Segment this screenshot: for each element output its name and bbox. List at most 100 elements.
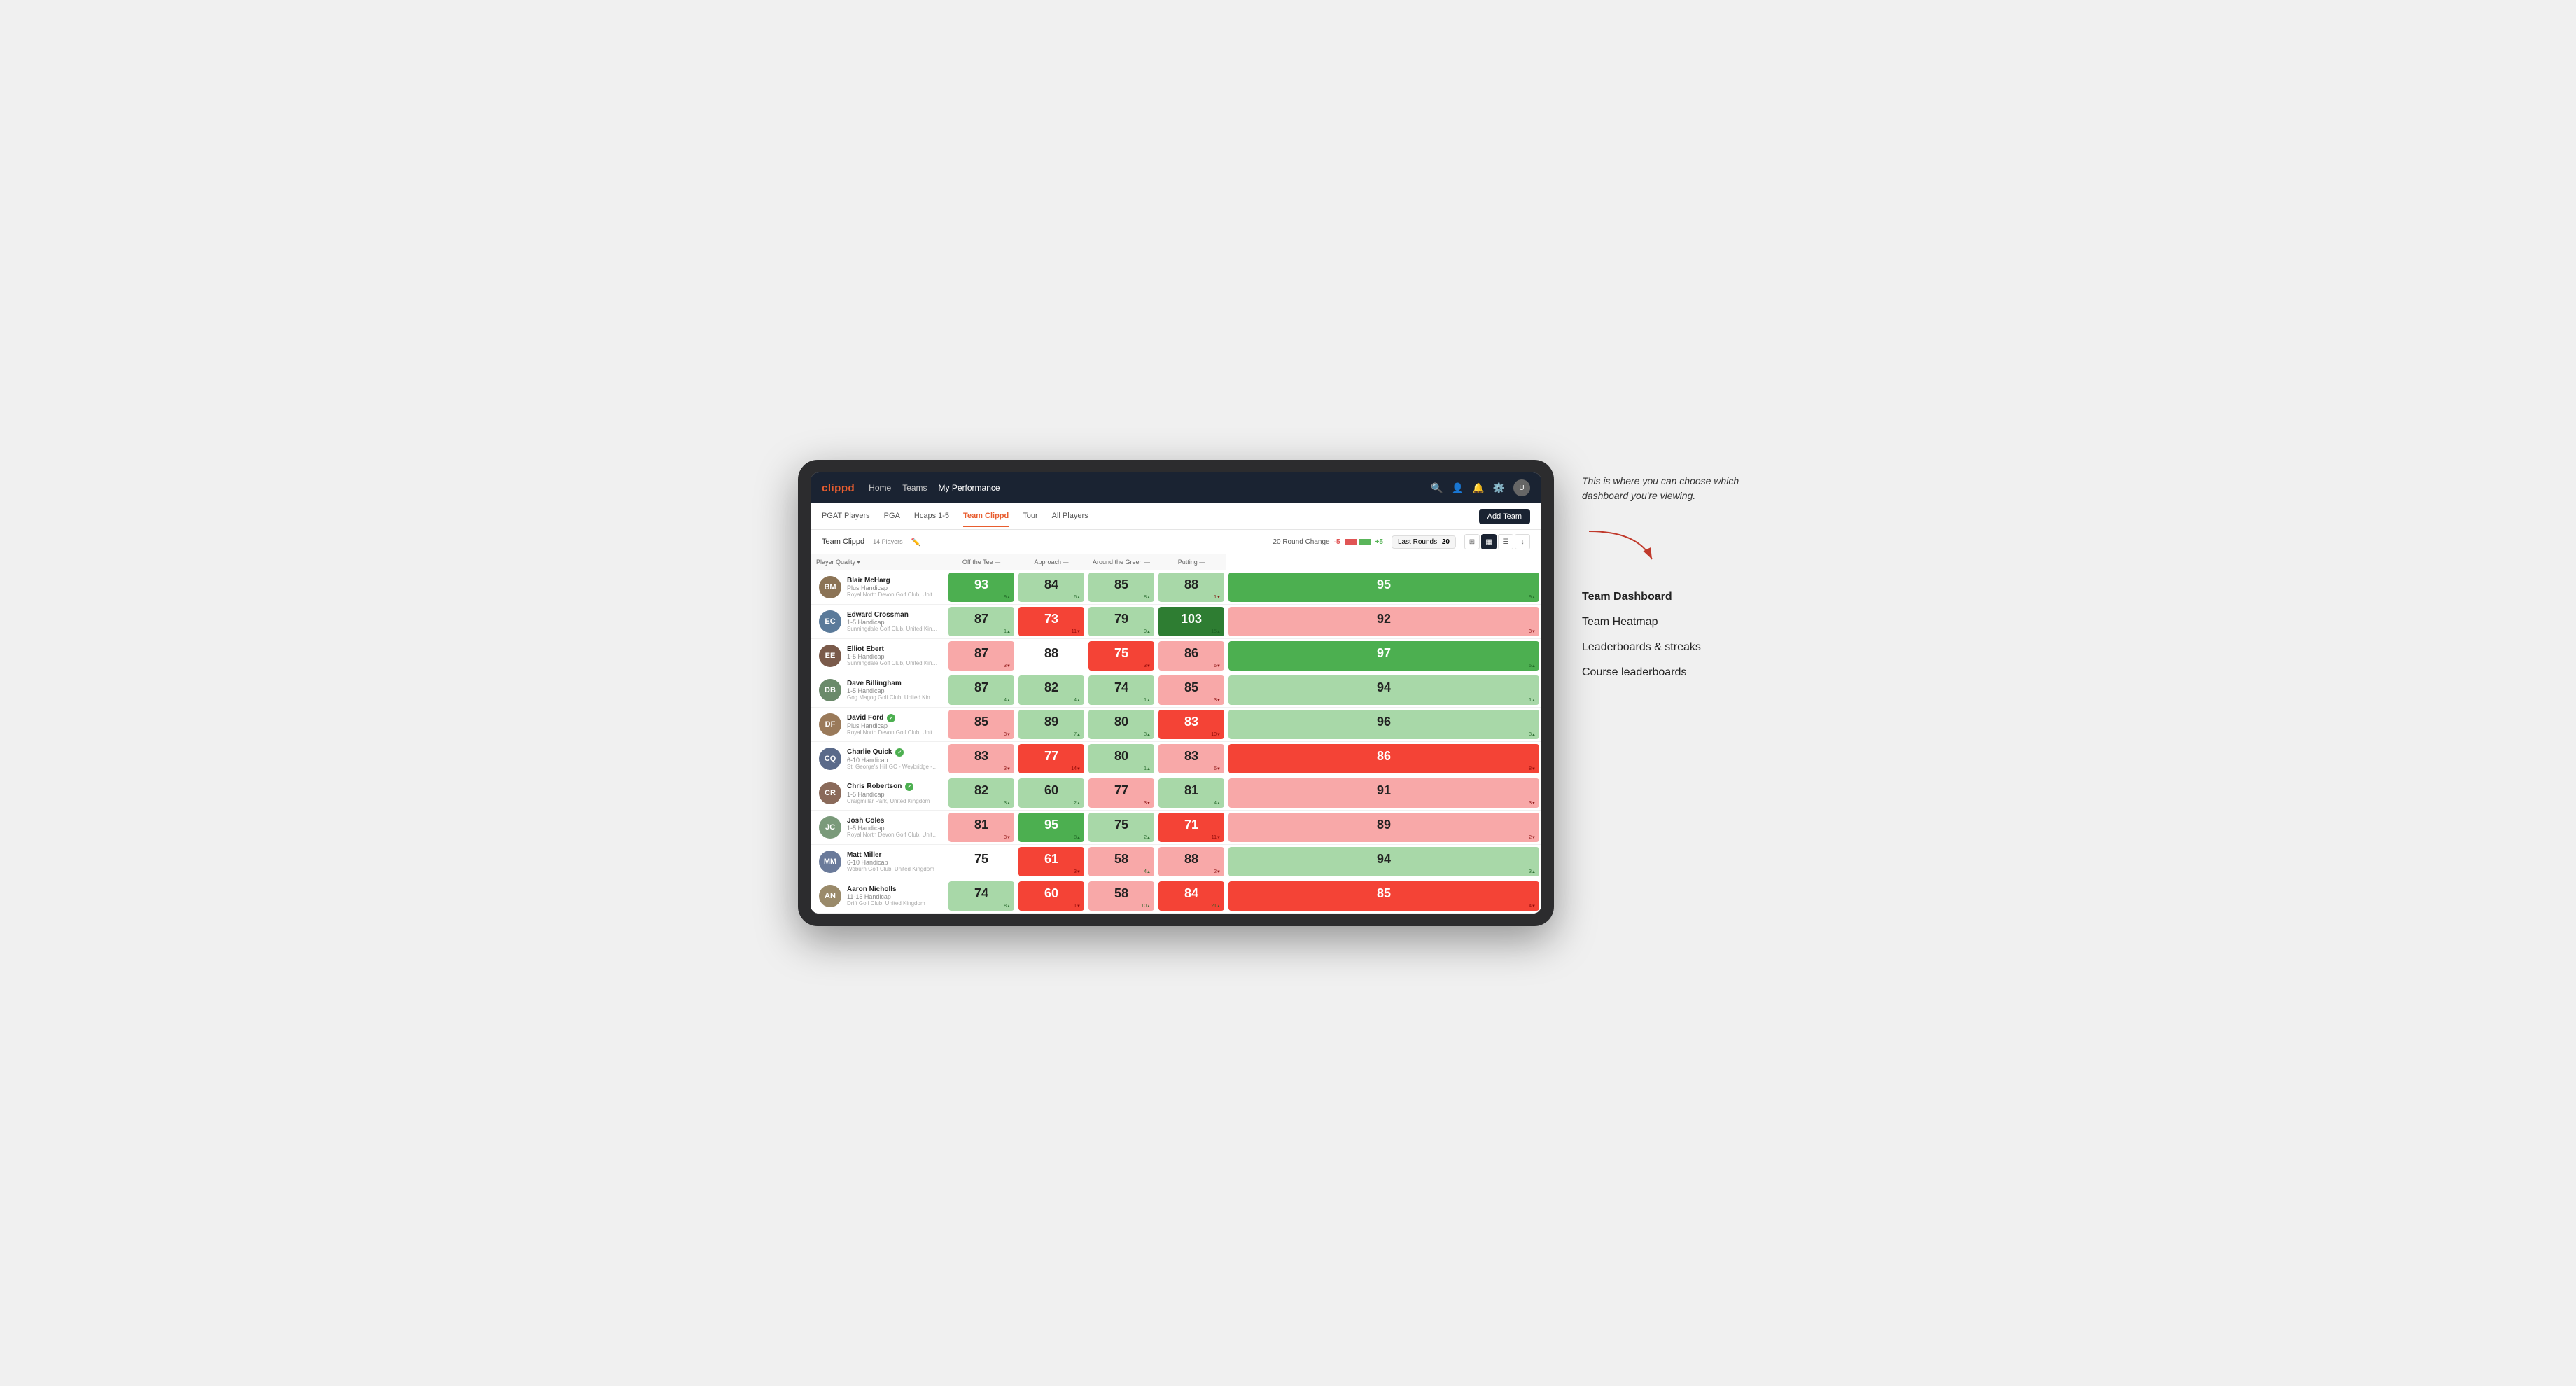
score-value: 87 bbox=[974, 646, 988, 660]
tab-tour[interactable]: Tour bbox=[1023, 506, 1037, 527]
table-row: MM Matt Miller 6-10 Handicap Woburn Golf… bbox=[811, 845, 1541, 879]
plus-val: +5 bbox=[1376, 538, 1383, 546]
score-delta: 1 bbox=[1004, 629, 1011, 634]
player-cell-7[interactable]: JC Josh Coles 1-5 Handicap Royal North D… bbox=[811, 811, 946, 845]
avatar[interactable]: U bbox=[1513, 479, 1530, 496]
score-cell-4-0: 85 3 bbox=[946, 708, 1016, 742]
score-delta: 3 bbox=[1529, 869, 1536, 874]
player-cell-4[interactable]: DF David Ford✓ Plus Handicap Royal North… bbox=[811, 708, 946, 742]
score-delta: 2 bbox=[1214, 869, 1221, 874]
delta-arrow: 3 bbox=[1004, 664, 1011, 668]
delta-arrow: 4 bbox=[1214, 801, 1221, 806]
nav-links: Home Teams My Performance bbox=[869, 480, 1417, 496]
score-cell-6-0: 82 3 bbox=[946, 776, 1016, 811]
score-value: 81 bbox=[974, 818, 988, 832]
score-cell-1-0: 87 1 bbox=[946, 605, 1016, 639]
score-value: 82 bbox=[1044, 680, 1058, 694]
nav-home[interactable]: Home bbox=[869, 480, 891, 496]
score-value: 82 bbox=[974, 783, 988, 797]
tab-team-clippd[interactable]: Team Clippd bbox=[963, 506, 1009, 527]
player-cell-3[interactable]: DB Dave Billingham 1-5 Handicap Gog Mago… bbox=[811, 673, 946, 708]
last-rounds-label: Last Rounds: bbox=[1398, 538, 1439, 546]
score-delta: 9 bbox=[1144, 629, 1151, 634]
score-value: 85 bbox=[1377, 886, 1391, 900]
download-button[interactable]: ↓ bbox=[1515, 534, 1530, 550]
score-value: 75 bbox=[1114, 646, 1128, 660]
delta-arrow: 8 bbox=[1144, 595, 1151, 600]
bell-icon[interactable]: 🔔 bbox=[1472, 482, 1484, 494]
add-team-button[interactable]: Add Team bbox=[1479, 509, 1530, 524]
delta-arrow: 14 bbox=[1071, 766, 1081, 771]
grid-view-button[interactable]: ⊞ bbox=[1464, 534, 1480, 550]
score-delta: 3 bbox=[1004, 835, 1011, 840]
player-cell-9[interactable]: AN Aaron Nicholls 11-15 Handicap Drift G… bbox=[811, 879, 946, 913]
menu-item-team-dashboard[interactable]: Team Dashboard bbox=[1582, 591, 1778, 603]
score-cell-2-1: 88 bbox=[1016, 639, 1086, 673]
player-info: Aaron Nicholls 11-15 Handicap Drift Golf… bbox=[847, 886, 925, 906]
player-cell-8[interactable]: MM Matt Miller 6-10 Handicap Woburn Golf… bbox=[811, 845, 946, 879]
player-name: David Ford✓ bbox=[847, 714, 938, 722]
col-header-around-green[interactable]: Around the Green — bbox=[1086, 554, 1156, 570]
edit-icon[interactable]: ✏️ bbox=[911, 538, 921, 547]
player-avatar: CR bbox=[819, 782, 841, 804]
score-cell-9-1: 60 1 bbox=[1016, 879, 1086, 913]
score-delta: 1 bbox=[1529, 698, 1536, 703]
player-cell-1[interactable]: EC Edward Crossman 1-5 Handicap Sunningd… bbox=[811, 605, 946, 639]
delta-arrow: 3 bbox=[1004, 835, 1011, 840]
score-delta: 10 bbox=[1211, 732, 1221, 737]
score-cell-2-4: 97 5 bbox=[1226, 639, 1541, 673]
player-info: Blair McHarg Plus Handicap Royal North D… bbox=[847, 577, 938, 598]
list-view-button[interactable]: ☰ bbox=[1498, 534, 1513, 550]
col-header-off-tee[interactable]: Off the Tee — bbox=[946, 554, 1016, 570]
settings-icon[interactable]: ⚙️ bbox=[1493, 482, 1505, 494]
person-icon[interactable]: 👤 bbox=[1452, 482, 1464, 494]
score-cell-5-4: 86 8 bbox=[1226, 742, 1541, 776]
player-avatar: EE bbox=[819, 645, 841, 667]
score-cell-9-0: 74 8 bbox=[946, 879, 1016, 913]
player-cell-0[interactable]: BM Blair McHarg Plus Handicap Royal Nort… bbox=[811, 570, 946, 605]
score-value: 83 bbox=[1184, 715, 1198, 729]
player-name: Josh Coles bbox=[847, 817, 938, 825]
score-cell-3-3: 85 3 bbox=[1156, 673, 1226, 708]
score-cell-0-4: 95 9 bbox=[1226, 570, 1541, 605]
player-cell-2[interactable]: EE Elliot Ebert 1-5 Handicap Sunningdale… bbox=[811, 639, 946, 673]
player-cell-5[interactable]: CQ Charlie Quick✓ 6-10 Handicap St. Geor… bbox=[811, 742, 946, 776]
tab-pgat-players[interactable]: PGAT Players bbox=[822, 506, 870, 527]
col-header-approach[interactable]: Approach — bbox=[1016, 554, 1086, 570]
menu-item-course-leaderboards[interactable]: Course leaderboards bbox=[1582, 666, 1778, 679]
view-icons: ⊞ ▦ ☰ ↓ bbox=[1464, 534, 1530, 550]
menu-item-leaderboards[interactable]: Leaderboards & streaks bbox=[1582, 641, 1778, 654]
player-count: 14 Players bbox=[873, 538, 903, 545]
player-club: Sunningdale Golf Club, United Kingdom bbox=[847, 660, 938, 666]
player-name: Aaron Nicholls bbox=[847, 886, 925, 893]
nav-my-performance[interactable]: My Performance bbox=[939, 480, 1000, 496]
score-delta: 8 bbox=[1529, 766, 1536, 771]
round-change-label: 20 Round Change bbox=[1273, 538, 1329, 546]
score-value: 77 bbox=[1044, 749, 1058, 763]
delta-arrow: 3 bbox=[1529, 629, 1536, 634]
score-cell-1-4: 92 3 bbox=[1226, 605, 1541, 639]
score-delta: 6 bbox=[1214, 766, 1221, 771]
tab-hcaps[interactable]: Hcaps 1-5 bbox=[914, 506, 949, 527]
score-value: 92 bbox=[1377, 612, 1391, 626]
heatmap-view-button[interactable]: ▦ bbox=[1481, 534, 1497, 550]
score-value: 73 bbox=[1044, 612, 1058, 626]
tab-all-players[interactable]: All Players bbox=[1052, 506, 1088, 527]
col-header-putting[interactable]: Putting — bbox=[1156, 554, 1226, 570]
tab-pga[interactable]: PGA bbox=[884, 506, 900, 527]
search-icon[interactable]: 🔍 bbox=[1431, 482, 1443, 494]
nav-teams[interactable]: Teams bbox=[902, 480, 927, 496]
score-value: 95 bbox=[1044, 818, 1058, 832]
score-value: 60 bbox=[1044, 783, 1058, 797]
score-value: 60 bbox=[1044, 886, 1058, 900]
delta-arrow: 1 bbox=[1214, 595, 1221, 600]
last-rounds-button[interactable]: Last Rounds: 20 bbox=[1392, 536, 1456, 549]
player-cell-6[interactable]: CR Chris Robertson✓ 1-5 Handicap Craigmi… bbox=[811, 776, 946, 811]
score-delta: 4 bbox=[1074, 698, 1081, 703]
menu-item-team-heatmap[interactable]: Team Heatmap bbox=[1582, 616, 1778, 629]
toolbar: Team Clippd 14 Players ✏️ 20 Round Chang… bbox=[811, 530, 1541, 554]
player-name: Edward Crossman bbox=[847, 611, 938, 619]
score-delta: 9 bbox=[1529, 595, 1536, 600]
score-cell-1-2: 79 9 bbox=[1086, 605, 1156, 639]
score-cell-8-4: 94 3 bbox=[1226, 845, 1541, 879]
